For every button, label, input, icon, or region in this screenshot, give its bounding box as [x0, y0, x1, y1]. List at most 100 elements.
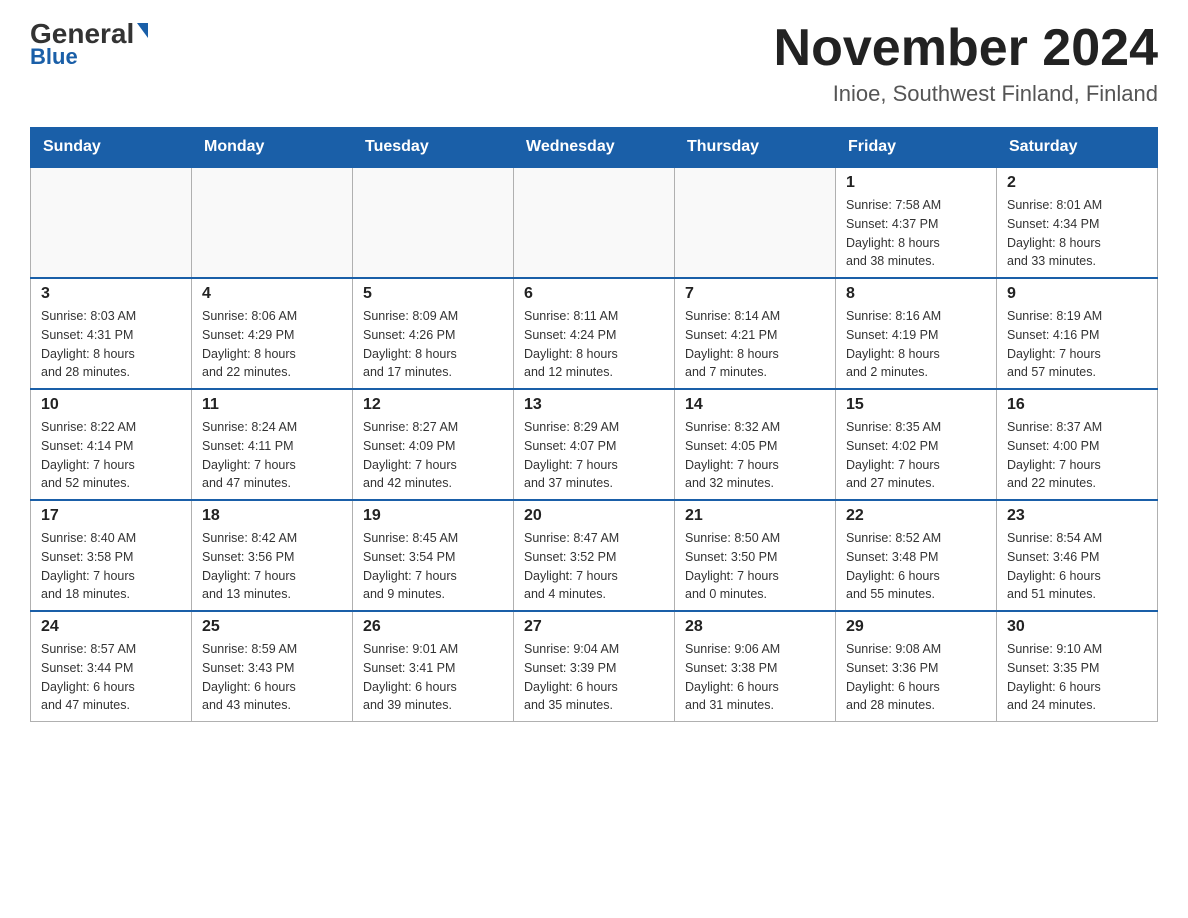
day-number: 5 — [363, 285, 503, 303]
calendar-cell: 2 Sunrise: 8:01 AM Sunset: 4:34 PM Daylig… — [997, 167, 1158, 278]
day-info: Sunrise: 8:24 AM Sunset: 4:11 PM Dayligh… — [202, 418, 342, 493]
title-block: November 2024 Inioe, Southwest Finland, … — [774, 20, 1158, 107]
calendar-cell: 16 Sunrise: 8:37 AM Sunset: 4:00 PM Dayli… — [997, 389, 1158, 500]
calendar-cell: 14Sunrise: 8:32 AM Sunset: 4:05 PM Dayli… — [675, 389, 836, 500]
calendar-cell — [353, 167, 514, 278]
day-info: Sunrise: 8:50 AM Sunset: 3:50 PM Dayligh… — [685, 529, 825, 604]
day-number: 22 — [846, 507, 986, 525]
day-info: Sunrise: 8:27 AM Sunset: 4:09 PM Dayligh… — [363, 418, 503, 493]
day-number: 29 — [846, 618, 986, 636]
logo-blue: Blue — [30, 44, 78, 70]
calendar-cell: 6 Sunrise: 8:11 AM Sunset: 4:24 PM Daylig… — [514, 278, 675, 389]
day-number: 16 — [1007, 396, 1147, 414]
day-number: 3 — [41, 285, 181, 303]
day-number: 26 — [363, 618, 503, 636]
week-row-5: 24Sunrise: 8:57 AM Sunset: 3:44 PM Dayli… — [31, 611, 1158, 722]
day-number: 25 — [202, 618, 342, 636]
col-friday: Friday — [836, 128, 997, 168]
calendar-cell: 26Sunrise: 9:01 AM Sunset: 3:41 PM Dayli… — [353, 611, 514, 722]
page-title: November 2024 — [774, 20, 1158, 77]
calendar-cell: 27 Sunrise: 9:04 AM Sunset: 3:39 PM Dayli… — [514, 611, 675, 722]
calendar-cell: 24Sunrise: 8:57 AM Sunset: 3:44 PM Dayli… — [31, 611, 192, 722]
day-info: Sunrise: 8:37 AM Sunset: 4:00 PM Dayligh… — [1007, 418, 1147, 493]
calendar-cell: 21 Sunrise: 8:50 AM Sunset: 3:50 PM Dayli… — [675, 500, 836, 611]
day-number: 2 — [1007, 174, 1147, 192]
calendar-cell: 19 Sunrise: 8:45 AM Sunset: 3:54 PM Dayli… — [353, 500, 514, 611]
day-info: Sunrise: 9:10 AM Sunset: 3:35 PM Dayligh… — [1007, 640, 1147, 715]
day-info: Sunrise: 8:14 AM Sunset: 4:21 PM Dayligh… — [685, 307, 825, 382]
calendar-cell: 18Sunrise: 8:42 AM Sunset: 3:56 PM Dayli… — [192, 500, 353, 611]
day-number: 28 — [685, 618, 825, 636]
logo-triangle-icon — [137, 23, 148, 38]
calendar-cell: 10 Sunrise: 8:22 AM Sunset: 4:14 PM Dayli… — [31, 389, 192, 500]
day-info: Sunrise: 8:11 AM Sunset: 4:24 PM Dayligh… — [524, 307, 664, 382]
calendar-cell: 9Sunrise: 8:19 AM Sunset: 4:16 PM Daylig… — [997, 278, 1158, 389]
day-info: Sunrise: 8:54 AM Sunset: 3:46 PM Dayligh… — [1007, 529, 1147, 604]
calendar-cell — [31, 167, 192, 278]
calendar-cell: 29 Sunrise: 9:08 AM Sunset: 3:36 PM Dayli… — [836, 611, 997, 722]
week-row-3: 10 Sunrise: 8:22 AM Sunset: 4:14 PM Dayli… — [31, 389, 1158, 500]
calendar-cell: 1 Sunrise: 7:58 AM Sunset: 4:37 PM Daylig… — [836, 167, 997, 278]
day-info: Sunrise: 8:19 AM Sunset: 4:16 PM Dayligh… — [1007, 307, 1147, 382]
calendar-cell: 4 Sunrise: 8:06 AM Sunset: 4:29 PM Daylig… — [192, 278, 353, 389]
day-info: Sunrise: 8:22 AM Sunset: 4:14 PM Dayligh… — [41, 418, 181, 493]
day-info: Sunrise: 8:47 AM Sunset: 3:52 PM Dayligh… — [524, 529, 664, 604]
day-number: 4 — [202, 285, 342, 303]
day-number: 10 — [41, 396, 181, 414]
day-number: 8 — [846, 285, 986, 303]
day-number: 15 — [846, 396, 986, 414]
day-info: Sunrise: 8:59 AM Sunset: 3:43 PM Dayligh… — [202, 640, 342, 715]
calendar-cell — [514, 167, 675, 278]
day-number: 13 — [524, 396, 664, 414]
day-info: Sunrise: 8:16 AM Sunset: 4:19 PM Dayligh… — [846, 307, 986, 382]
col-sunday: Sunday — [31, 128, 192, 168]
day-info: Sunrise: 8:09 AM Sunset: 4:26 PM Dayligh… — [363, 307, 503, 382]
day-number: 21 — [685, 507, 825, 525]
day-info: Sunrise: 8:40 AM Sunset: 3:58 PM Dayligh… — [41, 529, 181, 604]
calendar-cell: 3 Sunrise: 8:03 AM Sunset: 4:31 PM Daylig… — [31, 278, 192, 389]
day-number: 23 — [1007, 507, 1147, 525]
col-tuesday: Tuesday — [353, 128, 514, 168]
day-number: 11 — [202, 396, 342, 414]
calendar-cell: 25 Sunrise: 8:59 AM Sunset: 3:43 PM Dayli… — [192, 611, 353, 722]
calendar-cell: 12 Sunrise: 8:27 AM Sunset: 4:09 PM Dayli… — [353, 389, 514, 500]
col-thursday: Thursday — [675, 128, 836, 168]
day-number: 19 — [363, 507, 503, 525]
calendar-cell — [192, 167, 353, 278]
day-info: Sunrise: 8:29 AM Sunset: 4:07 PM Dayligh… — [524, 418, 664, 493]
page-header: General Blue November 2024 Inioe, Southw… — [30, 20, 1158, 107]
day-number: 20 — [524, 507, 664, 525]
day-number: 1 — [846, 174, 986, 192]
day-info: Sunrise: 8:35 AM Sunset: 4:02 PM Dayligh… — [846, 418, 986, 493]
calendar-cell: 17 Sunrise: 8:40 AM Sunset: 3:58 PM Dayli… — [31, 500, 192, 611]
day-info: Sunrise: 7:58 AM Sunset: 4:37 PM Dayligh… — [846, 196, 986, 271]
day-info: Sunrise: 9:04 AM Sunset: 3:39 PM Dayligh… — [524, 640, 664, 715]
day-number: 6 — [524, 285, 664, 303]
day-number: 30 — [1007, 618, 1147, 636]
day-info: Sunrise: 8:01 AM Sunset: 4:34 PM Dayligh… — [1007, 196, 1147, 271]
day-info: Sunrise: 9:08 AM Sunset: 3:36 PM Dayligh… — [846, 640, 986, 715]
calendar-cell: 11 Sunrise: 8:24 AM Sunset: 4:11 PM Dayli… — [192, 389, 353, 500]
day-number: 12 — [363, 396, 503, 414]
calendar-cell: 5 Sunrise: 8:09 AM Sunset: 4:26 PM Daylig… — [353, 278, 514, 389]
col-wednesday: Wednesday — [514, 128, 675, 168]
day-info: Sunrise: 9:06 AM Sunset: 3:38 PM Dayligh… — [685, 640, 825, 715]
calendar-cell: 15 Sunrise: 8:35 AM Sunset: 4:02 PM Dayli… — [836, 389, 997, 500]
day-number: 27 — [524, 618, 664, 636]
calendar-cell: 13 Sunrise: 8:29 AM Sunset: 4:07 PM Dayli… — [514, 389, 675, 500]
calendar-cell — [675, 167, 836, 278]
day-number: 14 — [685, 396, 825, 414]
calendar-cell: 8 Sunrise: 8:16 AM Sunset: 4:19 PM Daylig… — [836, 278, 997, 389]
calendar-cell: 28 Sunrise: 9:06 AM Sunset: 3:38 PM Dayli… — [675, 611, 836, 722]
col-monday: Monday — [192, 128, 353, 168]
day-info: Sunrise: 8:06 AM Sunset: 4:29 PM Dayligh… — [202, 307, 342, 382]
day-info: Sunrise: 8:03 AM Sunset: 4:31 PM Dayligh… — [41, 307, 181, 382]
day-number: 24 — [41, 618, 181, 636]
page-subtitle: Inioe, Southwest Finland, Finland — [774, 81, 1158, 107]
calendar-table: Sunday Monday Tuesday Wednesday Thursday… — [30, 127, 1158, 722]
col-saturday: Saturday — [997, 128, 1158, 168]
calendar-cell: 7Sunrise: 8:14 AM Sunset: 4:21 PM Daylig… — [675, 278, 836, 389]
calendar-cell: 20 Sunrise: 8:47 AM Sunset: 3:52 PM Dayli… — [514, 500, 675, 611]
day-info: Sunrise: 8:45 AM Sunset: 3:54 PM Dayligh… — [363, 529, 503, 604]
day-number: 17 — [41, 507, 181, 525]
